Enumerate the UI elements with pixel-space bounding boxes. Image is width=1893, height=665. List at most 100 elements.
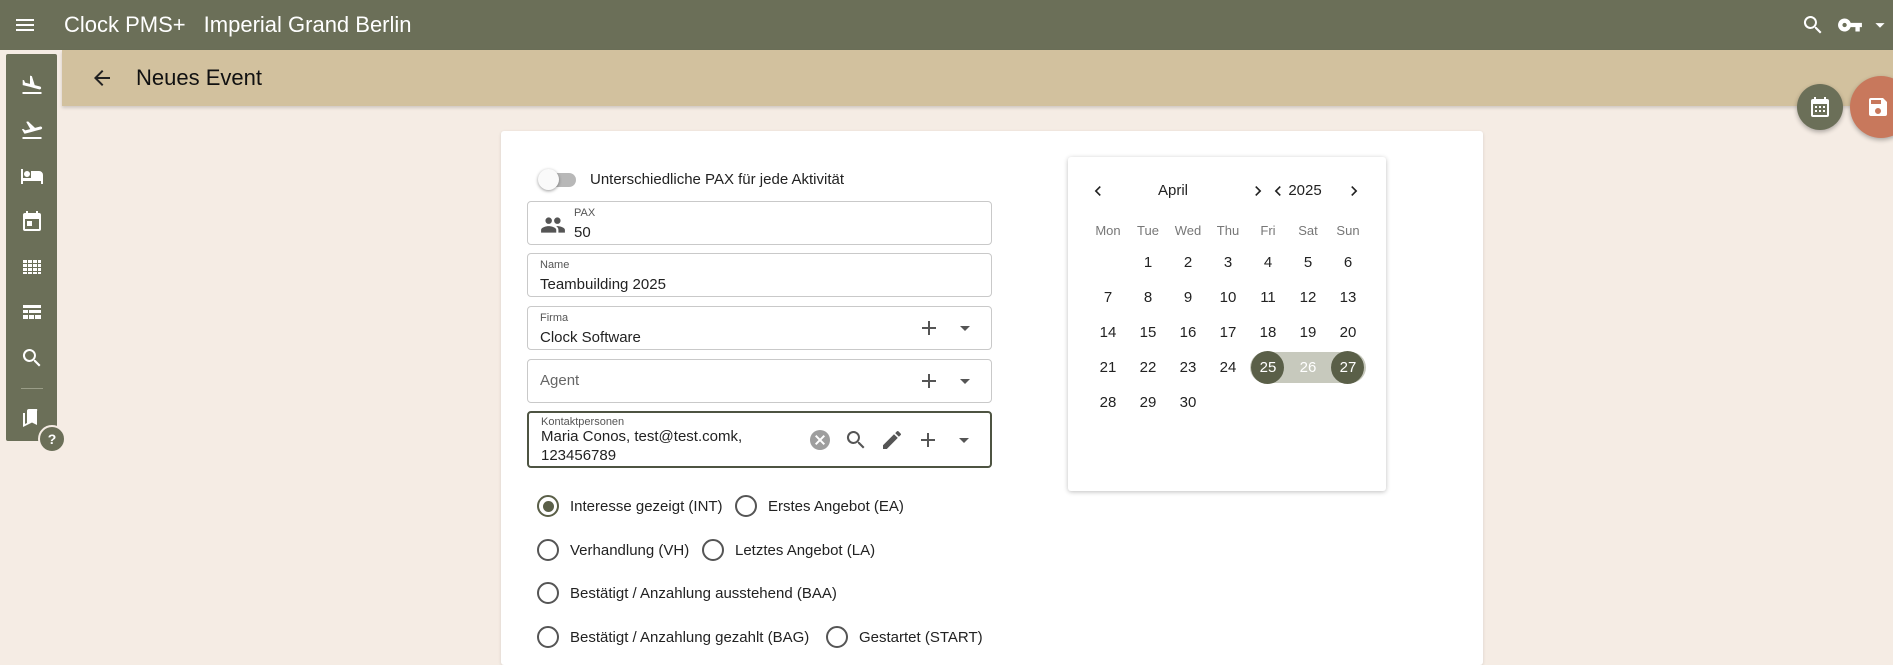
calendar-empty-cell xyxy=(1088,245,1128,280)
search-icon[interactable] xyxy=(6,335,57,381)
calendar-icon[interactable] xyxy=(6,199,57,245)
calendar-day[interactable]: 15 xyxy=(1128,315,1168,350)
calendar-day[interactable]: 24 xyxy=(1208,350,1248,385)
calendar-day[interactable]: 30 xyxy=(1168,385,1208,420)
radio-circle xyxy=(537,582,559,604)
calendar-day[interactable]: 21 xyxy=(1088,350,1128,385)
top-actions xyxy=(1793,0,1893,50)
calendar-month[interactable]: April xyxy=(1128,182,1218,199)
calendar-empty-cell xyxy=(1248,385,1288,420)
calendar-day[interactable]: 27 xyxy=(1328,350,1368,385)
calendar-day[interactable]: 3 xyxy=(1208,245,1248,280)
calendar-day[interactable]: 16 xyxy=(1168,315,1208,350)
calendar-day[interactable]: 20 xyxy=(1328,315,1368,350)
calendar-day[interactable]: 14 xyxy=(1088,315,1128,350)
calendar-day[interactable]: 29 xyxy=(1128,385,1168,420)
status-radio-start[interactable]: Gestartet (START) xyxy=(826,626,983,648)
firma-label: Firma xyxy=(540,312,569,324)
name-label: Name xyxy=(540,259,570,271)
status-radio-la[interactable]: Letztes Angebot (LA) xyxy=(702,539,875,561)
agent-field[interactable]: Agent xyxy=(527,359,992,403)
calendar-day[interactable]: 13 xyxy=(1328,280,1368,315)
status-radio-int[interactable]: Interesse gezeigt (INT) xyxy=(537,495,723,517)
agent-placeholder: Agent xyxy=(540,372,580,389)
calendar-day[interactable]: 1 xyxy=(1128,245,1168,280)
calendar-day[interactable]: 9 xyxy=(1168,280,1208,315)
people-icon xyxy=(540,212,566,238)
firma-field[interactable]: Firma Clock Software xyxy=(527,306,992,350)
kontakt-dropdown-icon[interactable] xyxy=(946,422,982,458)
key-icon[interactable] xyxy=(1833,0,1867,50)
calendar-day[interactable]: 4 xyxy=(1248,245,1288,280)
status-label: Verhandlung (VH) xyxy=(570,541,690,559)
weekday-label: Tue xyxy=(1137,222,1159,238)
status-radio-baa[interactable]: Bestätigt / Anzahlung ausstehend (BAA) xyxy=(537,582,837,604)
calendar-day[interactable]: 18 xyxy=(1248,315,1288,350)
prev-month-icon[interactable] xyxy=(1086,179,1110,203)
status-label: Erstes Angebot (EA) xyxy=(768,497,904,515)
calendar-grid-icon xyxy=(1811,97,1829,117)
calendar-day[interactable]: 11 xyxy=(1248,280,1288,315)
calendar-day[interactable]: 17 xyxy=(1208,315,1248,350)
calendar-year[interactable]: 2025 xyxy=(1280,182,1330,199)
pax-label: PAX xyxy=(574,207,596,219)
calendar-day[interactable]: 6 xyxy=(1328,245,1368,280)
calendar-day[interactable]: 8 xyxy=(1128,280,1168,315)
calendar-day[interactable]: 5 xyxy=(1288,245,1328,280)
calendar-empty-cell xyxy=(1288,385,1328,420)
pax-value: 50 xyxy=(574,224,591,241)
calendar-week-row: 21 22 23 24 25 26 27 xyxy=(1088,350,1370,385)
calendar-day[interactable]: 28 xyxy=(1088,385,1128,420)
grid-icon[interactable] xyxy=(6,244,57,290)
status-radio-vh[interactable]: Verhandlung (VH) xyxy=(537,539,689,561)
radio-circle xyxy=(537,495,559,517)
add-contact-icon[interactable] xyxy=(910,422,946,458)
kontaktpersonen-field[interactable]: Kontaktpersonen Maria Conos, test@test.c… xyxy=(527,411,992,468)
calendar-empty-cell xyxy=(1208,385,1248,420)
weekday-label: Mon xyxy=(1095,222,1121,238)
calendar-day[interactable]: 7 xyxy=(1088,280,1128,315)
status-radio-bag[interactable]: Bestätigt / Anzahlung gezahlt (BAG) xyxy=(537,626,809,648)
calendar-fab[interactable] xyxy=(1797,84,1843,130)
calendar-day[interactable]: 2 xyxy=(1168,245,1208,280)
different-pax-toggle[interactable] xyxy=(538,169,578,190)
add-agent-icon[interactable] xyxy=(911,363,947,399)
calendar-day[interactable]: 22 xyxy=(1128,350,1168,385)
help-badge[interactable]: ? xyxy=(38,425,66,453)
edit-pencil-icon[interactable] xyxy=(874,422,910,458)
table-icon[interactable] xyxy=(6,290,57,336)
search-contact-icon[interactable] xyxy=(838,422,874,458)
hotel-name: Imperial Grand Berlin xyxy=(203,12,412,37)
top-app-bar: Clock PMS+ Imperial Grand Berlin xyxy=(0,0,1893,50)
radio-circle xyxy=(735,495,757,517)
status-radio-ea[interactable]: Erstes Angebot (EA) xyxy=(735,495,904,517)
name-field[interactable]: Name Teambuilding 2025 xyxy=(527,253,992,297)
menu-icon[interactable] xyxy=(0,0,50,50)
flight-takeoff-icon[interactable] xyxy=(6,108,57,154)
clear-icon[interactable] xyxy=(802,422,838,458)
calendar-day[interactable]: 23 xyxy=(1168,350,1208,385)
save-icon xyxy=(1869,98,1887,116)
search-icon[interactable] xyxy=(1793,0,1833,50)
calendar-empty-cell xyxy=(1328,385,1368,420)
back-arrow-icon[interactable] xyxy=(84,60,120,96)
status-label: Interesse gezeigt (INT) xyxy=(570,497,723,515)
agent-dropdown-icon[interactable] xyxy=(947,363,983,399)
calendar-day[interactable]: 25 xyxy=(1248,350,1288,385)
radio-circle xyxy=(826,626,848,648)
calendar-day[interactable]: 10 xyxy=(1208,280,1248,315)
kontaktpersonen-value: Maria Conos, test@test.comk, 123456789 xyxy=(541,428,743,464)
flight-land-icon[interactable] xyxy=(6,62,57,108)
calendar-day[interactable]: 19 xyxy=(1288,315,1328,350)
calendar-day[interactable]: 12 xyxy=(1288,280,1328,315)
calendar-day[interactable]: 26 xyxy=(1288,350,1328,385)
pax-field[interactable]: PAX 50 xyxy=(527,201,992,245)
app-title: Clock PMS+ xyxy=(64,12,186,37)
chevron-down-icon[interactable] xyxy=(1867,0,1893,50)
bed-icon[interactable] xyxy=(6,153,57,199)
radio-circle xyxy=(702,539,724,561)
firma-dropdown-icon[interactable] xyxy=(947,310,983,346)
next-year-icon[interactable] xyxy=(1342,179,1366,203)
add-firma-icon[interactable] xyxy=(911,310,947,346)
calendar-grid: Mon Tue Wed Thu Fri Sat Sun 1 2 3 4 5 6 7 8 9 10 11 12 13 1… xyxy=(1088,215,1370,420)
